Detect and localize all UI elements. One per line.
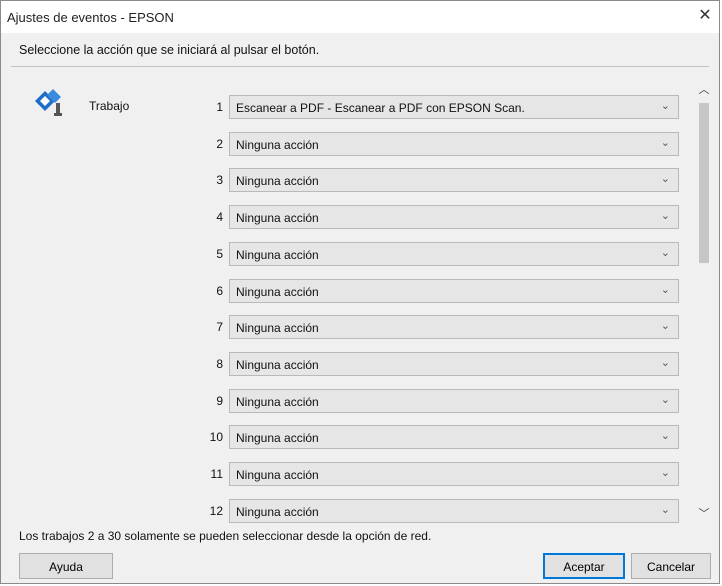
- job-number: 8: [216, 356, 223, 371]
- job-number: 9: [216, 393, 223, 408]
- chevron-down-icon: ⌄: [660, 210, 670, 223]
- scroll-up-arrow-icon[interactable]: ︿: [696, 81, 712, 97]
- vertical-scrollbar[interactable]: ︿ ﹀: [696, 77, 712, 523]
- action-dropdown-value: Ninguna acción: [236, 247, 319, 262]
- action-dropdown-value: Ninguna acción: [236, 321, 319, 336]
- job-number: 11: [210, 467, 223, 481]
- divider: [11, 66, 709, 67]
- chevron-down-icon: ⌄: [660, 467, 670, 479]
- action-dropdown-value: Ninguna acción: [236, 504, 319, 519]
- action-dropdown[interactable]: Ninguna acción ⌄: [229, 462, 679, 486]
- action-dropdown[interactable]: Ninguna acción ⌄: [229, 498, 679, 523]
- scroll-thumb[interactable]: [699, 103, 709, 263]
- job-number: 5: [216, 246, 223, 261]
- chevron-down-icon: ⌄: [660, 283, 670, 296]
- title-bar: Ajustes de eventos - EPSON ✕: [1, 1, 719, 33]
- network-note: Los trabajos 2 a 30 solamente se pueden …: [19, 529, 432, 543]
- action-dropdown-value: Ninguna acción: [236, 357, 319, 372]
- job-number: 4: [216, 210, 223, 225]
- ok-button[interactable]: Aceptar: [543, 553, 625, 579]
- event-settings-window: Ajustes de eventos - EPSON ✕ Seleccione …: [0, 0, 720, 584]
- chevron-down-icon: ⌄: [660, 430, 670, 443]
- action-dropdown[interactable]: Ninguna acción ⌄: [229, 351, 679, 376]
- job-number: 2: [216, 136, 223, 151]
- chevron-down-icon: ⌄: [660, 393, 670, 406]
- action-dropdown[interactable]: Ninguna acción ⌄: [229, 315, 679, 340]
- action-dropdown[interactable]: Ninguna acción ⌄: [229, 241, 679, 266]
- action-dropdown-value: Ninguna acción: [236, 468, 319, 482]
- action-dropdown[interactable]: Ninguna acción ⌄: [229, 205, 679, 230]
- job-number: 12: [209, 503, 223, 518]
- chevron-down-icon: ⌄: [660, 173, 670, 186]
- action-dropdown[interactable]: Ninguna acción ⌄: [229, 278, 679, 303]
- action-dropdown[interactable]: Ninguna acción ⌄: [229, 425, 679, 450]
- action-dropdown[interactable]: Ninguna acción ⌄: [229, 388, 679, 413]
- action-dropdown[interactable]: Escanear a PDF - Escanear a PDF con EPSO…: [229, 95, 679, 119]
- action-dropdown-value: Ninguna acción: [236, 137, 319, 152]
- jobs-panel: Trabajo 1 Escanear a PDF - Escanear a PDF…: [11, 73, 695, 523]
- job-label: Trabajo: [89, 99, 130, 113]
- action-dropdown-value: Ninguna acción: [236, 284, 319, 299]
- chevron-down-icon: ⌄: [660, 246, 670, 259]
- job-number: 3: [216, 173, 223, 188]
- job-number: 1: [216, 100, 223, 114]
- chevron-down-icon: ⌄: [660, 100, 670, 112]
- scroll-down-arrow-icon[interactable]: ﹀: [696, 505, 712, 521]
- action-dropdown[interactable]: Ninguna acción ⌄: [229, 168, 679, 193]
- job-number: 6: [216, 283, 223, 298]
- action-dropdown-value: Ninguna acción: [236, 211, 319, 226]
- cancel-button[interactable]: Cancelar: [631, 553, 711, 579]
- window-title: Ajustes de eventos - EPSON: [7, 10, 174, 25]
- job-number: 7: [216, 320, 223, 335]
- action-dropdown[interactable]: Ninguna acción ⌄: [229, 131, 679, 156]
- action-dropdown-value: Ninguna acción: [236, 174, 319, 189]
- action-dropdown-value: Ninguna acción: [236, 431, 319, 446]
- action-dropdown-value: Escanear a PDF - Escanear a PDF con EPSO…: [236, 101, 525, 115]
- chevron-down-icon: ⌄: [660, 320, 670, 333]
- close-button[interactable]: ✕: [691, 1, 719, 31]
- help-button[interactable]: Ayuda: [19, 553, 113, 579]
- instruction-text: Seleccione la acción que se iniciará al …: [19, 43, 320, 57]
- chevron-down-icon: ⌄: [660, 356, 670, 369]
- chevron-down-icon: ⌄: [660, 136, 670, 149]
- job-number: 10: [209, 430, 223, 445]
- action-dropdown-value: Ninguna acción: [236, 394, 319, 409]
- chevron-down-icon: ⌄: [660, 503, 670, 516]
- scanner-job-icon: [35, 89, 62, 116]
